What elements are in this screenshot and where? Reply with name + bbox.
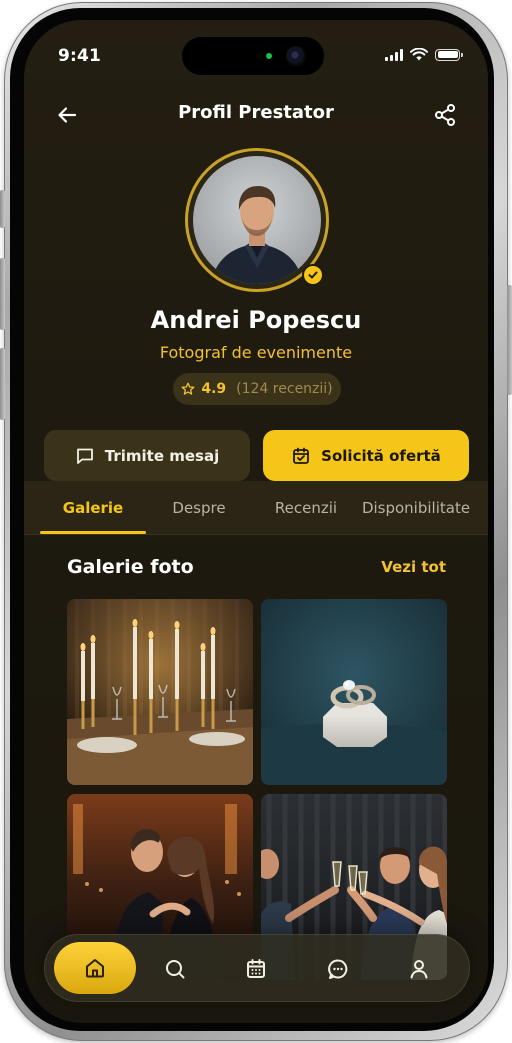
tab-despre[interactable]: Despre xyxy=(150,481,248,535)
request-offer-label: Solicită ofertă xyxy=(321,446,441,465)
battery-icon xyxy=(435,48,463,61)
search-icon xyxy=(166,960,185,979)
see-all-link[interactable]: Vezi tot xyxy=(381,558,446,576)
cellular-signal-icon xyxy=(385,48,403,61)
dynamic-island xyxy=(182,37,324,75)
share-button[interactable] xyxy=(430,100,460,130)
volume-up-button xyxy=(0,258,5,330)
action-button xyxy=(0,190,5,228)
tab-galerie[interactable]: Galerie xyxy=(40,481,146,535)
gallery-title: Galerie foto xyxy=(67,556,194,578)
review-count: (124 recenzii) xyxy=(236,381,333,397)
provider-role: Fotograf de evenimente xyxy=(159,343,353,362)
nav-home-button[interactable] xyxy=(54,942,136,994)
user-icon xyxy=(410,960,428,979)
nav-calendar-button[interactable] xyxy=(231,944,281,994)
share-icon xyxy=(435,104,455,126)
privacy-indicator xyxy=(266,53,272,59)
request-offer-button[interactable]: Solicită ofertă xyxy=(263,430,469,481)
status-time: 9:41 xyxy=(58,46,102,66)
wedding-rings-photo[interactable] xyxy=(261,599,447,785)
volume-down-button xyxy=(0,348,5,420)
screen: 9:41 Profil Prestator Andrei Popescu Fot… xyxy=(24,20,488,1023)
nav-search-button[interactable] xyxy=(150,944,200,994)
send-message-label: Trimite mesaj xyxy=(104,446,220,465)
calendar-icon xyxy=(247,959,265,978)
power-button xyxy=(507,285,512,395)
active-tab-indicator xyxy=(40,531,146,534)
tab-bar: Galerie Despre Recenzii Disponibilitate xyxy=(24,481,488,535)
home-icon xyxy=(86,959,104,978)
chat-icon xyxy=(328,959,348,979)
bottom-navigation xyxy=(44,934,470,1002)
nav-chat-button[interactable] xyxy=(313,944,363,994)
wifi-icon xyxy=(410,48,428,61)
tab-recenzii[interactable]: Recenzii xyxy=(258,481,354,535)
calendar-check-icon xyxy=(293,447,310,464)
tab-disponibilitate[interactable]: Disponibilitate xyxy=(354,481,478,535)
status-icons xyxy=(385,48,463,61)
message-square-icon xyxy=(76,448,93,464)
profile-photo xyxy=(211,186,303,284)
star-icon xyxy=(181,382,195,395)
avatar xyxy=(193,156,321,284)
page-title: Profil Prestator xyxy=(178,102,334,123)
front-camera xyxy=(286,46,306,66)
candlelit-table-photo[interactable] xyxy=(67,599,253,785)
rating-value: 4.9 xyxy=(201,381,227,397)
send-message-button[interactable]: Trimite mesaj xyxy=(44,430,250,481)
rating-badge[interactable]: 4.9 (124 recenzii) xyxy=(173,373,341,405)
verified-badge-icon xyxy=(302,264,324,286)
nav-profile-button[interactable] xyxy=(394,944,444,994)
provider-name: Andrei Popescu xyxy=(150,306,362,334)
